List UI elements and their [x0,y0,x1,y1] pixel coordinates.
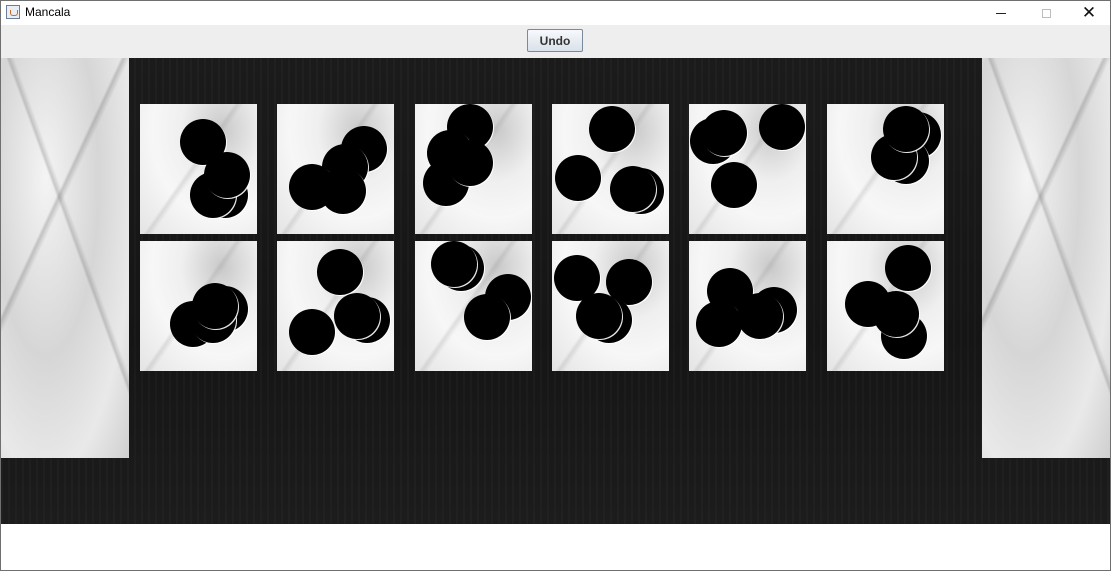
stone [320,168,366,214]
stone [737,293,783,339]
stone [334,293,380,339]
pit-top-2[interactable] [277,104,394,234]
mancala-board [1,58,1110,524]
stone [589,106,635,152]
pit-top-4[interactable] [552,104,669,234]
left-store[interactable] [1,58,129,458]
stone [447,140,493,186]
stone [759,104,805,150]
pit-bottom-5[interactable] [689,241,806,371]
stone [192,283,238,329]
window-title: Mancala [25,5,71,19]
stone [711,162,757,208]
stone [610,166,656,212]
stone [289,309,335,355]
minimize-icon [996,12,1006,14]
stone [885,245,931,291]
close-icon: ✕ [1081,2,1097,23]
pit-top-5[interactable] [689,104,806,234]
stone [555,155,601,201]
java-coffee-cup-icon [6,5,20,19]
stone [701,110,747,156]
pit-bottom-4[interactable] [552,241,669,371]
pit-bottom-3[interactable] [415,241,532,371]
stone [317,249,363,295]
stone [464,294,510,340]
pit-top-1[interactable] [140,104,257,234]
bottom-panel [1,524,1110,570]
minimize-button[interactable] [979,1,1023,25]
stone [576,293,622,339]
stone [883,106,929,152]
title-bar[interactable]: Mancala ✕ [1,1,1110,25]
maximize-icon [1041,8,1051,18]
pit-bottom-1[interactable] [140,241,257,371]
undo-button[interactable]: Undo [527,29,583,52]
stone [431,241,477,287]
pit-top-3[interactable] [415,104,532,234]
close-button[interactable]: ✕ [1067,1,1110,25]
pit-bottom-6[interactable] [827,241,944,371]
mancala-window: Mancala ✕ Undo [0,0,1111,571]
stone [873,291,919,337]
pit-top-6[interactable] [827,104,944,234]
maximize-button[interactable] [1024,1,1068,25]
stone [696,301,742,347]
stone [204,152,250,198]
right-store[interactable] [982,58,1110,458]
toolbar: Undo [1,25,1110,58]
pit-bottom-2[interactable] [277,241,394,371]
